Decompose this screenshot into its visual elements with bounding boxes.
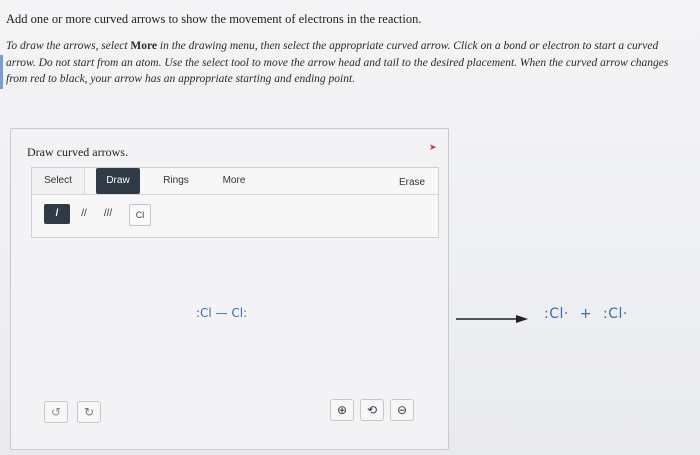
tab-erase[interactable]: Erase bbox=[392, 170, 432, 196]
tab-rings[interactable]: Rings bbox=[154, 168, 198, 194]
zoom-out-icon: ⊖ bbox=[396, 403, 408, 417]
single-bond-tool[interactable]: / bbox=[44, 204, 70, 224]
undo-icon: ↺ bbox=[50, 405, 62, 419]
instructions: To draw the arrows, select More in the d… bbox=[6, 38, 674, 88]
reactant-structure: :Cl — Cl: bbox=[196, 306, 248, 320]
redo-button[interactable]: ↻ bbox=[77, 401, 101, 423]
status-marker-icon: ➤ bbox=[429, 142, 437, 152]
product-2: :Cl· bbox=[602, 306, 628, 322]
page: Add one or more curved arrows to show th… bbox=[0, 0, 700, 455]
double-bond-tool[interactable]: // bbox=[72, 204, 96, 224]
panel-title: Draw curved arrows. bbox=[27, 145, 128, 159]
redo-icon: ↻ bbox=[83, 405, 95, 419]
tab-more[interactable]: More bbox=[212, 168, 256, 194]
accent-bar bbox=[0, 55, 3, 89]
question-title: Add one or more curved arrows to show th… bbox=[6, 12, 422, 26]
reaction-arrow bbox=[456, 311, 528, 327]
drawing-toolbar: Select Draw Rings More Erase / // /// Cl bbox=[31, 167, 439, 238]
reactant-cl2[interactable]: :Cl — Cl: bbox=[196, 306, 247, 320]
zoom-out-button[interactable]: ⊖ bbox=[390, 399, 414, 421]
tool-row: / // /// Cl bbox=[32, 197, 438, 237]
element-cl-button[interactable]: Cl bbox=[129, 204, 151, 226]
product-1: :Cl· bbox=[544, 306, 569, 322]
triple-bond-tool[interactable]: /// bbox=[96, 204, 120, 224]
zoom-reset-icon: ⟲ bbox=[366, 403, 378, 417]
zoom-in-button[interactable]: ⊕ bbox=[330, 399, 354, 421]
tab-draw[interactable]: Draw bbox=[96, 168, 140, 194]
zoom-in-icon: ⊕ bbox=[336, 403, 348, 417]
instructions-bold: More bbox=[130, 40, 157, 52]
zoom-reset-button[interactable]: ⟲ bbox=[360, 399, 384, 421]
products: :Cl· + :Cl· bbox=[544, 306, 628, 322]
reaction-arrow-icon bbox=[456, 315, 528, 323]
toolbar-tabs: Select Draw Rings More Erase bbox=[32, 168, 438, 195]
tab-select[interactable]: Select bbox=[32, 168, 85, 194]
undo-button[interactable]: ↺ bbox=[44, 401, 68, 423]
instructions-part1: To draw the arrows, select bbox=[6, 40, 131, 52]
plus-sign: + bbox=[579, 306, 593, 322]
